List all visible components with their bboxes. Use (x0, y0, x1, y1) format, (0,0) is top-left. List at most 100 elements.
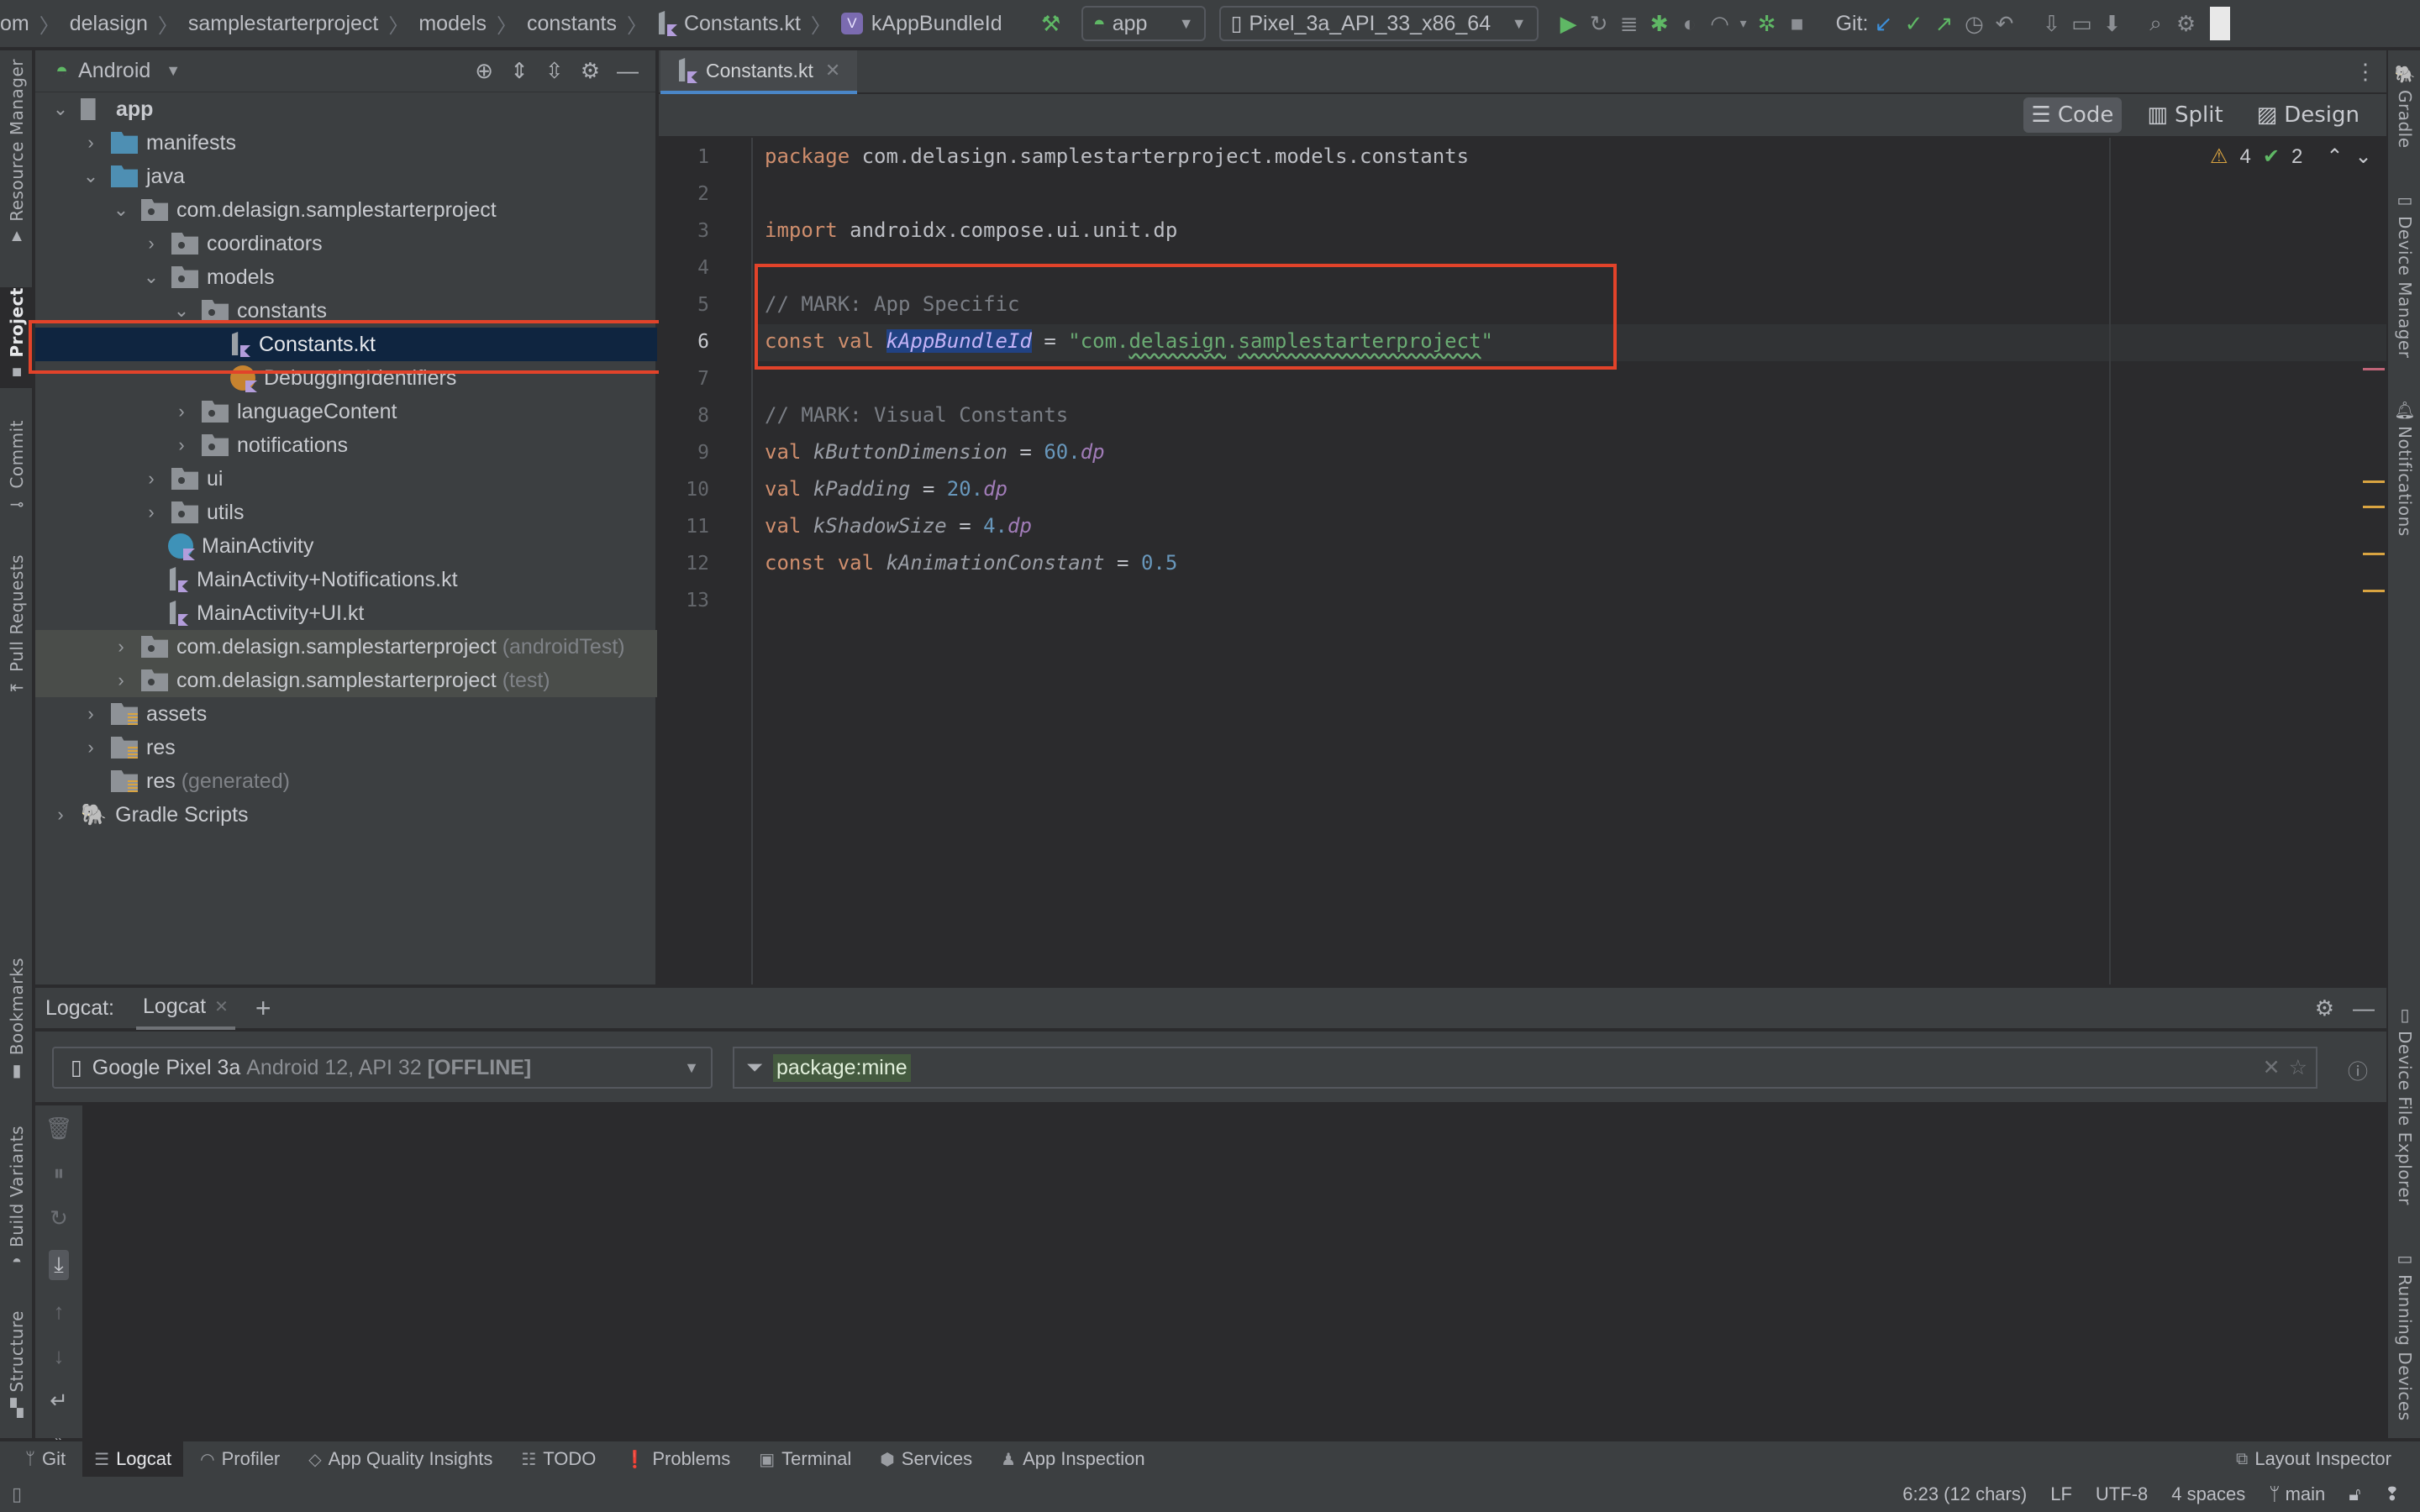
tool-commit[interactable]: Commit ⊸ (0, 420, 34, 520)
tool-gradle[interactable]: 🐘 Gradle (2388, 59, 2420, 149)
tree-item-app[interactable]: ⌄ app (35, 92, 657, 126)
logcat-output[interactable] (84, 1105, 2386, 1438)
git-branch-widget[interactable]: ᛘ main (2269, 1483, 2325, 1505)
attach-process-icon[interactable]: ✲ (1752, 8, 1782, 39)
run-icon[interactable]: ▶ (1554, 8, 1584, 39)
add-tab-icon[interactable]: + (255, 993, 271, 1024)
logcat-filter-input[interactable]: ⏷ package:mine ✕ ☆ (733, 1047, 2317, 1089)
next-highlight-icon[interactable]: ⌄ (2354, 144, 2371, 169)
breadcrumb-item[interactable]: delasign (70, 12, 148, 36)
mode-code-button[interactable]: ☰ Code (2023, 97, 2123, 133)
unlock-icon[interactable]: 🔓︎ (2349, 1483, 2360, 1505)
tree-item-res[interactable]: › res (35, 731, 657, 764)
line-separator[interactable]: LF (2050, 1483, 2072, 1505)
settings-gear-icon[interactable]: ⚙ (581, 58, 600, 84)
minimize-icon[interactable]: — (617, 58, 639, 84)
tree-item-assets[interactable]: › assets (35, 697, 657, 731)
dropdown-arrow-icon[interactable]: ▼ (166, 62, 181, 80)
tree-item-notifications[interactable]: › notifications (35, 428, 657, 462)
breadcrumb-item[interactable]: om (0, 12, 29, 36)
error-stripe-mark[interactable] (2363, 368, 2385, 370)
device-select[interactable]: ▯ Pixel_3a_API_33_x86_64 ▼ (1218, 6, 1539, 41)
tree-item-main-activity-ui[interactable]: MainActivity+UI.kt (35, 596, 657, 630)
more-options-icon[interactable]: ⋮ (2354, 59, 2376, 85)
tree-item-package-android-test[interactable]: › com.delasign.samplestarterproject (andr… (35, 630, 657, 664)
tree-item-res-generated[interactable]: res (generated) (35, 764, 657, 798)
tool-layout-inspector[interactable]: ⧉ Layout Inspector (2224, 1441, 2403, 1477)
logcat-device-select[interactable]: ▯ Google Pixel 3a Android 12, API 32 [OF… (52, 1047, 713, 1089)
trash-icon[interactable]: 🗑︎ (45, 1116, 72, 1142)
filter-icon[interactable]: ⏷ (746, 1056, 763, 1080)
indent-setting[interactable]: 4 spaces (2171, 1483, 2245, 1505)
restart-icon[interactable]: ↻ (50, 1205, 68, 1231)
stop-icon[interactable]: ■ (1782, 8, 1812, 39)
clear-icon[interactable]: ✕ (2263, 1055, 2281, 1080)
expand-all-icon[interactable]: ⇕ (510, 58, 529, 84)
tool-device-manager[interactable]: ▭ Device Manager (2388, 185, 2420, 358)
breadcrumb-item[interactable]: samplestarterproject (188, 12, 378, 36)
warning-stripe-mark[interactable] (2363, 553, 2385, 555)
warning-stripe-mark[interactable] (2363, 506, 2385, 508)
tree-item-main-activity-notifications[interactable]: MainActivity+Notifications.kt (35, 563, 657, 596)
tool-running-devices[interactable]: ▭ Running Devices (2388, 1243, 2420, 1421)
tool-todo[interactable]: ☷ TODO (509, 1441, 608, 1477)
tree-item-gradle-scripts[interactable]: › 🐘 Gradle Scripts (35, 798, 657, 832)
tree-item-package[interactable]: ⌄ com.delasign.samplestarterproject (35, 193, 657, 227)
mode-design-button[interactable]: ▨ Design (2249, 97, 2368, 133)
git-push-icon[interactable]: ↗ (1929, 8, 1960, 39)
tree-item-language-content[interactable]: › languageContent (35, 395, 657, 428)
tool-build-variants[interactable]: Build Variants ◓ (0, 1126, 34, 1277)
tool-bookmarks[interactable]: Bookmarks ▮ (0, 958, 34, 1086)
phone-icon[interactable]: ▯ (12, 1483, 22, 1505)
tree-item-models[interactable]: ⌄ models (35, 260, 657, 294)
mode-split-button[interactable]: ▥ Split (2139, 97, 2231, 133)
tree-item-debugging-identifiers[interactable]: DebuggingIdentifiers (35, 361, 657, 395)
previous-highlight-icon[interactable]: ⌃ (2326, 144, 2343, 169)
git-rollback-icon[interactable]: ↶ (1990, 8, 2020, 39)
file-encoding[interactable]: UTF-8 (2096, 1483, 2148, 1505)
tree-item-coordinators[interactable]: › coordinators (35, 227, 657, 260)
attach-debugger-icon[interactable]: ◐ (1675, 8, 1705, 39)
git-commit-icon[interactable]: ✓ (1899, 8, 1929, 39)
breadcrumb-item[interactable]: models (418, 12, 487, 36)
up-arrow-icon[interactable]: ↑ (54, 1299, 65, 1325)
close-icon[interactable]: ✕ (825, 60, 840, 81)
debug-icon[interactable]: ✱ (1644, 8, 1675, 39)
caret-position[interactable]: 6:23 (12 chars) (1902, 1483, 2027, 1505)
build-hammer-icon[interactable]: ⚒ (1036, 8, 1066, 39)
settings-gear-icon[interactable]: ⚙ (2315, 995, 2334, 1021)
locate-file-icon[interactable]: ⊕ (475, 58, 493, 84)
tree-item-constants-kt[interactable]: Constants.kt (35, 328, 657, 361)
tree-item-constants[interactable]: ⌄ constants (35, 294, 657, 328)
settings-gear-icon[interactable]: ⚙ (2171, 8, 2202, 39)
tool-structure[interactable]: Structure ▚ (0, 1310, 34, 1424)
tool-git[interactable]: ᛘ Git (13, 1441, 77, 1477)
warning-stripe-mark[interactable] (2363, 590, 2385, 592)
down-arrow-icon[interactable]: ↓ (54, 1343, 65, 1369)
tree-item-package-test[interactable]: › com.delasign.samplestarterproject (test… (35, 664, 657, 697)
tool-profiler[interactable]: ◠ Profiler (188, 1441, 292, 1477)
apply-changes-icon[interactable]: ↻ (1584, 8, 1614, 39)
tool-terminal[interactable]: ▣ Terminal (747, 1441, 863, 1477)
gradle-sync-icon[interactable]: ⇩ (2037, 8, 2067, 39)
tool-device-file-explorer[interactable]: ▯ Device File Explorer (2388, 1000, 2420, 1205)
git-update-icon[interactable]: ↙ (1869, 8, 1899, 39)
device-manager-icon[interactable]: ▭ (2067, 8, 2097, 39)
tool-project[interactable]: Project ■ (0, 287, 34, 388)
pause-icon[interactable]: ⏸︎ (53, 1160, 64, 1187)
favorite-star-icon[interactable]: ☆ (2289, 1055, 2307, 1080)
search-icon[interactable]: ⌕ (2141, 8, 2171, 39)
close-icon[interactable]: ✕ (214, 996, 229, 1017)
inspection-widget[interactable]: ⚠ 4 ✔ 2 ⌃ ⌄ (2210, 144, 2372, 169)
tool-app-inspection[interactable]: ♟ App Inspection (989, 1441, 1156, 1477)
tool-services[interactable]: ⬢ Services (868, 1441, 984, 1477)
collapse-all-icon[interactable]: ⇳ (545, 58, 564, 84)
tree-item-java[interactable]: ⌄ java (35, 160, 657, 193)
tool-logcat[interactable]: ☰ Logcat (82, 1441, 184, 1477)
breadcrumb-item[interactable]: Constants.kt (684, 12, 801, 36)
tree-item-manifests[interactable]: › manifests (35, 126, 657, 160)
minimize-icon[interactable]: — (2353, 995, 2375, 1021)
project-view-select[interactable]: Android (78, 59, 150, 83)
breadcrumb-item[interactable]: kAppBundleId (871, 12, 1002, 36)
profile-icon[interactable]: ◠ (1705, 8, 1735, 39)
